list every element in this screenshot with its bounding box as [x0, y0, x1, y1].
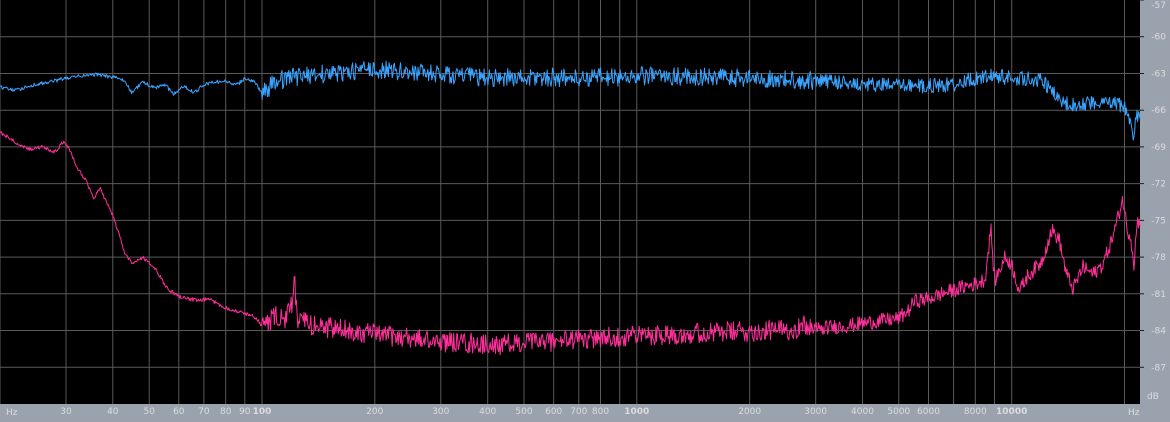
spectrum-plot: 30 40 50 60 70 80 90 100 200 300 400 500 600 700 800 10… [0, 0, 1170, 422]
x-tick-label: 3000 [804, 407, 827, 417]
x-tick-label: 8000 [964, 407, 987, 417]
x-tick-label: 200 [366, 407, 383, 417]
y-tick-label: -63 [1151, 70, 1166, 80]
y-tick-label: -72 [1151, 180, 1166, 190]
x-tick-label: 50 [143, 407, 155, 417]
y-tick-label: -69 [1151, 143, 1166, 153]
x-unit-left: Hz [6, 408, 18, 418]
x-tick-label: 6000 [917, 407, 940, 417]
y-tick-label: -84 [1151, 327, 1166, 337]
x-tick-label: 600 [545, 407, 562, 417]
x-tick-label: 40 [107, 407, 119, 417]
y-tick-label: -78 [1151, 253, 1166, 263]
x-tick-label: 90 [239, 407, 251, 417]
y-axis-unit: dB [1147, 392, 1159, 402]
x-tick-label: 4000 [851, 407, 874, 417]
y-tick-label: -60 [1151, 33, 1166, 43]
spectrum-analyzer: 30 40 50 60 70 80 90 100 200 300 400 500 600 700 800 10… [0, 0, 1170, 422]
y-axis-panel [1140, 0, 1170, 422]
x-tick-label: 100 [253, 407, 272, 417]
y-tick-label: -81 [1151, 290, 1166, 300]
y-tick-label: -75 [1151, 216, 1166, 226]
y-tick-label: -87 [1151, 363, 1166, 373]
x-tick-label: 30 [60, 407, 72, 417]
x-tick-label: 60 [173, 407, 185, 417]
x-tick-label: 5000 [887, 407, 910, 417]
y-tick-label: -57 [1151, 1, 1166, 11]
x-tick-label: 700 [570, 407, 587, 417]
x-tick-label: 80 [220, 407, 232, 417]
x-tick-label: 2000 [738, 407, 761, 417]
x-tick-label: 500 [515, 407, 532, 417]
x-tick-label: 70 [198, 407, 210, 417]
x-tick-label: 800 [592, 407, 609, 417]
y-tick-label: -66 [1151, 106, 1166, 116]
x-tick-label: 1000 [624, 407, 649, 417]
x-tick-label: 300 [432, 407, 449, 417]
x-tick-label: 400 [479, 407, 496, 417]
x-tick-label: 10000 [996, 407, 1027, 417]
x-unit-right: Hz [1128, 408, 1140, 418]
